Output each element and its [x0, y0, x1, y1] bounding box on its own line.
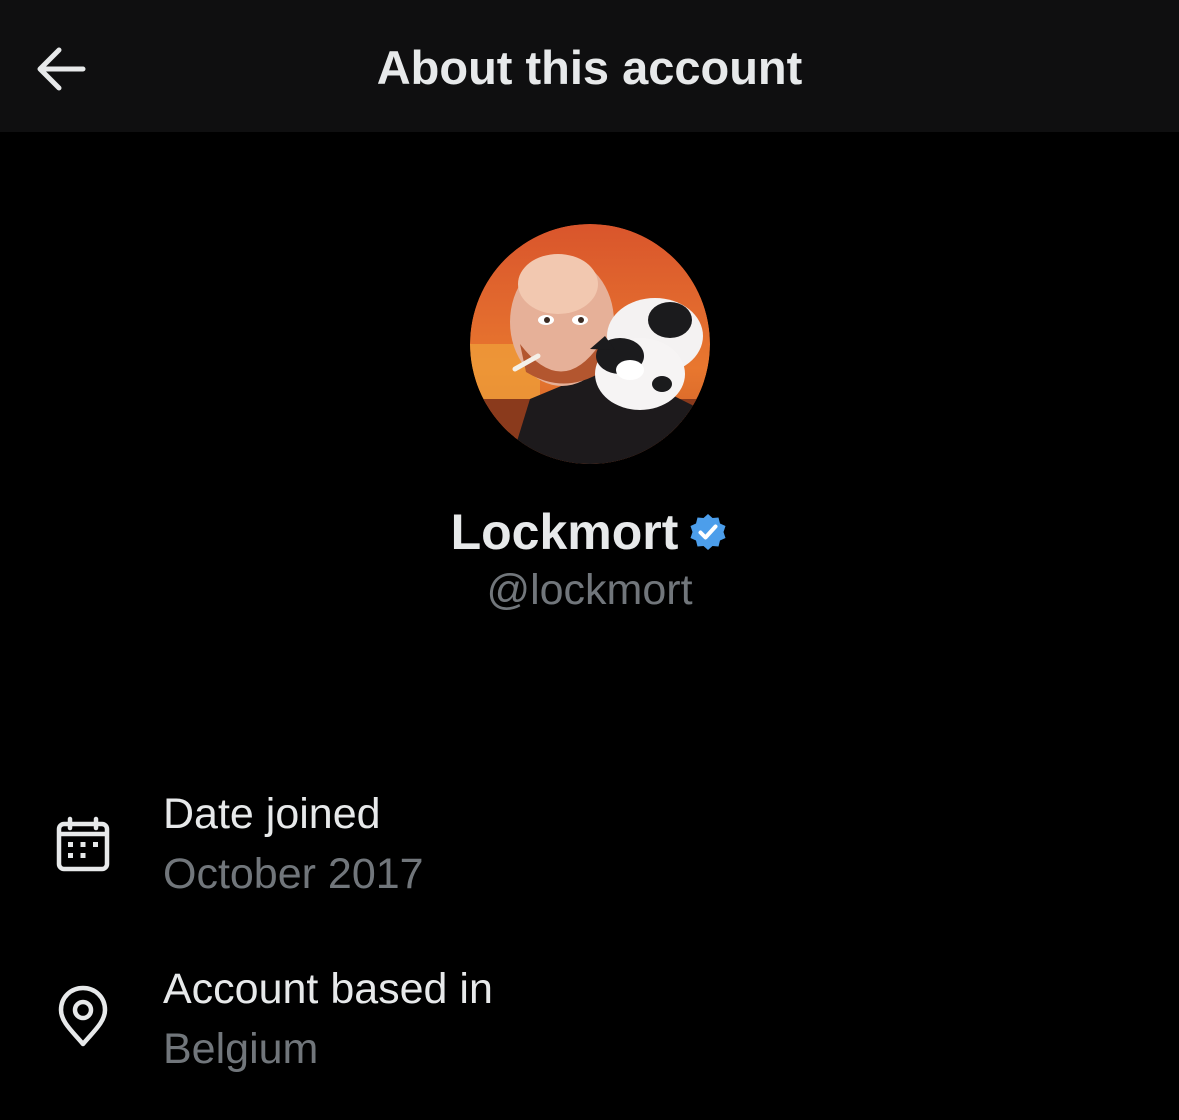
user-handle: @lockmort	[486, 566, 693, 614]
account-location-row: Account based in Belgium	[0, 955, 1179, 1085]
date-joined-value: October 2017	[163, 850, 424, 898]
about-account-screen: About this account Lockmort @lockmort Da…	[0, 0, 1179, 1120]
calendar-icon	[50, 812, 116, 878]
date-joined-label: Date joined	[163, 790, 381, 838]
avatar-illustration	[470, 224, 710, 464]
top-bar: About this account	[0, 0, 1179, 132]
display-name-row: Lockmort	[0, 500, 1179, 564]
avatar[interactable]	[470, 224, 710, 464]
date-joined-row: Date joined October 2017	[0, 780, 1179, 910]
location-pin-icon	[50, 983, 116, 1049]
account-based-in-value: Belgium	[163, 1025, 319, 1073]
account-based-in-label: Account based in	[163, 965, 493, 1013]
display-name: Lockmort	[450, 504, 679, 560]
back-button[interactable]	[22, 30, 100, 108]
verified-badge-icon	[690, 514, 726, 550]
page-title: About this account	[376, 41, 803, 94]
arrow-left-icon	[37, 47, 86, 91]
